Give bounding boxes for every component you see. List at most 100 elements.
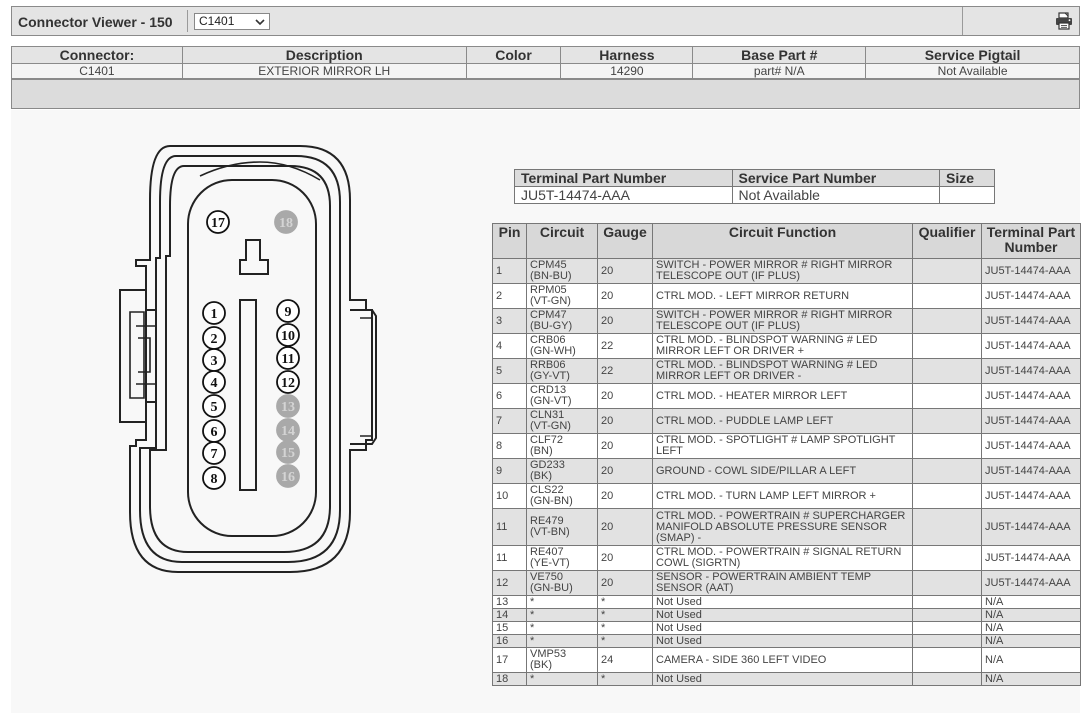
circuit-function: Not Used bbox=[652, 608, 913, 622]
wire-color: (VT-GN) bbox=[530, 420, 571, 432]
table-row[interactable]: 15 * * Not Used N/A bbox=[492, 621, 1081, 635]
terminal-part-number: N/A bbox=[981, 621, 1081, 635]
circuit-cell: * bbox=[526, 634, 598, 648]
terminal-size bbox=[939, 186, 995, 204]
table-row[interactable]: 8 CLF72 (BN) 20 CTRL MOD. - SPOTLIGHT # LAMP… bbox=[492, 433, 1081, 459]
circuit-function: CAMERA - SIDE 360 LEFT VIDEO bbox=[652, 647, 913, 673]
table-row[interactable]: 7 CLN31 (VT-GN) 20 CTRL MOD. - PUDDLE LAMP L… bbox=[492, 408, 1081, 434]
circuit-cell: VE750 (GN-BU) bbox=[526, 570, 598, 596]
table-row[interactable]: 6 CRD13 (GN-VT) 20 CTRL MOD. - HEATER MIRROR… bbox=[492, 383, 1081, 409]
qualifier bbox=[912, 433, 982, 459]
qualifier bbox=[912, 608, 982, 622]
terminal-part-row: JU5T-14474-AAA Not Available bbox=[514, 186, 995, 204]
table-row[interactable]: 10 CLS22 (GN-BN) 20 CTRL MOD. - TURN LAMP LE… bbox=[492, 483, 1081, 509]
qualifier bbox=[912, 508, 982, 546]
circuit-cell: * bbox=[526, 608, 598, 622]
circuit-function: SWITCH - POWER MIRROR # RIGHT MIRROR TEL… bbox=[652, 258, 913, 284]
circuit-id: * bbox=[530, 595, 535, 608]
wire-gauge: * bbox=[597, 595, 653, 609]
table-row[interactable]: 5 RRB06 (GY-VT) 22 CTRL MOD. - BLINDSPOT WAR… bbox=[492, 358, 1081, 384]
wire-color: (GY-VT) bbox=[530, 370, 570, 382]
pin-number: 12 bbox=[492, 570, 527, 596]
connector-select[interactable]: C1401 bbox=[194, 13, 270, 30]
circuit-cell: CLS22 (GN-BN) bbox=[526, 483, 598, 509]
table-row[interactable]: 4 CRB06 (GN-WH) 22 CTRL MOD. - BLINDSPOT WAR… bbox=[492, 333, 1081, 359]
pin-label: 14 bbox=[281, 424, 295, 439]
circuit-cell: RPM05 (VT-GN) bbox=[526, 283, 598, 309]
wire-color: (GN-VT) bbox=[530, 395, 572, 407]
pin-8: 8 bbox=[202, 466, 226, 490]
wire-gauge: * bbox=[597, 672, 653, 686]
pin-label: 3 bbox=[211, 354, 218, 369]
scrollbar[interactable] bbox=[1082, 110, 1091, 713]
printer-icon[interactable] bbox=[1055, 12, 1073, 30]
circuit-id: * bbox=[530, 621, 535, 634]
column-header: Terminal Part Number bbox=[514, 169, 733, 187]
qualifier bbox=[912, 283, 982, 309]
pin-1: 1 bbox=[202, 301, 226, 325]
base-part-number: part# N/A bbox=[692, 63, 867, 79]
pin-number: 9 bbox=[492, 458, 527, 484]
table-row[interactable]: 2 RPM05 (VT-GN) 20 CTRL MOD. - LEFT MIRROR R… bbox=[492, 283, 1081, 309]
pin-group: 17 1812345678910111213141516 bbox=[202, 210, 300, 490]
column-header: Qualifier bbox=[912, 223, 982, 259]
column-header: Base Part # bbox=[692, 46, 867, 64]
pin-18: 18 bbox=[274, 210, 298, 234]
table-row[interactable]: 12 VE750 (GN-BU) 20 SENSOR - POWERTRAIN AMBI… bbox=[492, 570, 1081, 596]
table-row[interactable]: 17 VMP53 (BK) 24 CAMERA - SIDE 360 LEFT VIDE… bbox=[492, 647, 1081, 673]
table-row[interactable]: 11 RE407 (YE-VT) 20 CTRL MOD. - POWERTRAIN #… bbox=[492, 545, 1081, 571]
connector-info-row: C1401 EXTERIOR MIRROR LH 14290 part# N/A… bbox=[11, 63, 1080, 79]
circuit-function: CTRL MOD. - PUDDLE LAMP LEFT bbox=[652, 408, 913, 434]
table-row[interactable]: 1 CPM45 (BN-BU) 20 SWITCH - POWER MIRROR # R… bbox=[492, 258, 1081, 284]
wire-gauge: 20 bbox=[597, 570, 653, 596]
table-row[interactable]: 11 RE479 (VT-BN) 20 CTRL MOD. - POWERTRAIN #… bbox=[492, 508, 1081, 546]
table-row[interactable]: 9 GD233 (BK) 20 GROUND - COWL SIDE/PILLAR A … bbox=[492, 458, 1081, 484]
divider bbox=[962, 7, 963, 35]
circuit-function: Not Used bbox=[652, 634, 913, 648]
pin-label: 6 bbox=[211, 425, 218, 440]
table-row[interactable]: 16 * * Not Used N/A bbox=[492, 634, 1081, 648]
table-row[interactable]: 13 * * Not Used N/A bbox=[492, 595, 1081, 609]
terminal-part-number: JU5T-14474-AAA bbox=[981, 383, 1081, 409]
pin-number: 11 bbox=[492, 545, 527, 571]
service-part-number: Not Available bbox=[731, 186, 941, 204]
wire-color: (GN-BU) bbox=[530, 582, 573, 594]
qualifier bbox=[912, 595, 982, 609]
terminal-part-number: JU5T-14474-AAA bbox=[981, 570, 1081, 596]
connector-description: EXTERIOR MIRROR LH bbox=[181, 63, 467, 79]
circuit-cell: VMP53 (BK) bbox=[526, 647, 598, 673]
table-row[interactable]: 3 CPM47 (BU-GY) 20 SWITCH - POWER MIRROR # R… bbox=[492, 308, 1081, 334]
qualifier bbox=[912, 408, 982, 434]
table-row[interactable]: 18 * * Not Used N/A bbox=[492, 672, 1081, 686]
column-header: Circuit bbox=[526, 223, 598, 259]
circuit-id: * bbox=[530, 608, 535, 621]
circuit-function: CTRL MOD. - POWERTRAIN # SIGNAL RETURN C… bbox=[652, 545, 913, 571]
terminal-part-number: N/A bbox=[981, 595, 1081, 609]
column-header: Gauge bbox=[597, 223, 653, 259]
column-header: Service Pigtail bbox=[865, 46, 1080, 64]
circuit-cell: CRB06 (GN-WH) bbox=[526, 333, 598, 359]
qualifier bbox=[912, 258, 982, 284]
wire-gauge: 20 bbox=[597, 545, 653, 571]
terminal-part-number: JU5T-14474-AAA bbox=[981, 358, 1081, 384]
wire-color: (GN-WH) bbox=[530, 345, 576, 357]
chevron-down-icon bbox=[255, 15, 265, 34]
pin-number: 10 bbox=[492, 483, 527, 509]
pin-6: 6 bbox=[202, 419, 226, 443]
pin-9: 9 bbox=[276, 299, 300, 323]
wire-gauge: 22 bbox=[597, 358, 653, 384]
terminal-part-number: N/A bbox=[981, 634, 1081, 648]
pin-number: 14 bbox=[492, 608, 527, 622]
circuit-cell: * bbox=[526, 595, 598, 609]
column-header: Terminal Part Number bbox=[981, 223, 1081, 259]
circuit-function: Not Used bbox=[652, 595, 913, 609]
pin-16: 16 bbox=[276, 464, 300, 488]
pin-number: 5 bbox=[492, 358, 527, 384]
pin-label: 16 bbox=[281, 470, 295, 485]
table-row[interactable]: 14 * * Not Used N/A bbox=[492, 608, 1081, 622]
column-header: Circuit Function bbox=[652, 223, 913, 259]
connector-info-table: Connector: Description Color Harness Bas… bbox=[11, 46, 1080, 79]
column-header: Pin bbox=[492, 223, 527, 259]
pin-number: 18 bbox=[492, 672, 527, 686]
terminal-part-number: JU5T-14474-AAA bbox=[981, 545, 1081, 571]
